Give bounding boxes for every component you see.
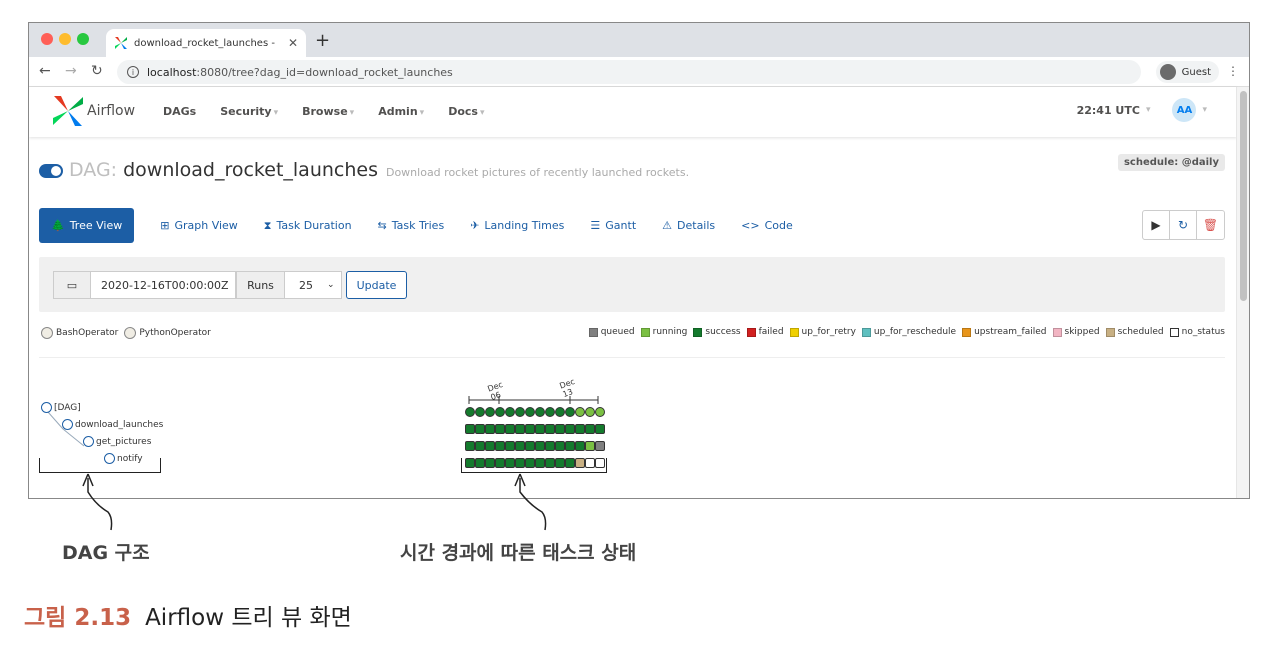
figure-caption: 그림 2.13 Airflow 트리 뷰 화면 xyxy=(24,598,352,632)
annotation-arrows xyxy=(82,473,547,531)
dag-structure-annotation: DAG 구조 xyxy=(62,542,150,564)
figure-number: 그림 2.13 xyxy=(24,605,132,631)
task-status-annotation: 시간 경과에 따른 태스크 상태 xyxy=(400,542,637,564)
figure-title: Airflow 트리 뷰 화면 xyxy=(145,605,352,631)
